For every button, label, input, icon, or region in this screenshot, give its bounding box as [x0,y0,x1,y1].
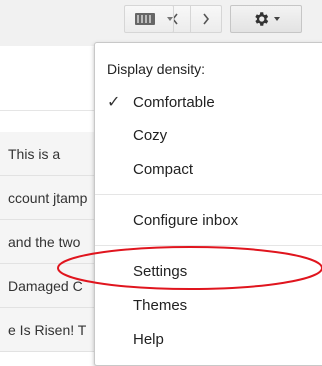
email-snippet: e Is Risen! T [8,321,87,338]
email-snippet: ccount jtamp [8,189,88,206]
menu-item-label: Comfortable [133,93,215,111]
chevron-down-icon [274,17,280,21]
menu-item-label: Configure inbox [133,211,239,229]
toolbar [0,0,322,46]
menu-item-configure-inbox[interactable]: Configure inbox [95,206,322,234]
gear-icon [255,12,269,26]
input-tools-button[interactable] [124,5,174,33]
email-snippet: This is a [8,145,61,162]
highlight-ellipse [57,246,322,290]
menu-item-label: Help [133,330,164,348]
menu-item-comfortable[interactable]: ✓ Comfortable [95,88,322,116]
older-button[interactable] [190,5,222,33]
display-density-label: Display density: [107,61,206,77]
list-item[interactable]: This is a [0,132,100,176]
checkmark-icon: ✓ [107,94,121,111]
settings-dropdown-menu: Display density: ✓ Comfortable Cozy Comp… [94,42,322,366]
menu-item-label: Cozy [133,126,168,144]
menu-item-cozy[interactable]: Cozy [95,121,322,149]
menu-item-label: Compact [133,160,194,178]
menu-item-label: Themes [133,296,188,314]
keyboard-icon [135,13,155,25]
list-item[interactable]: ccount jtamp [0,176,100,220]
list-item[interactable]: e Is Risen! T [0,308,100,352]
settings-gear-button[interactable] [230,5,302,33]
menu-divider [95,194,322,195]
menu-item-help[interactable]: Help [95,325,322,353]
menu-item-compact[interactable]: Compact [95,155,322,183]
chevron-right-icon [203,13,210,25]
chevron-down-icon [167,17,173,21]
